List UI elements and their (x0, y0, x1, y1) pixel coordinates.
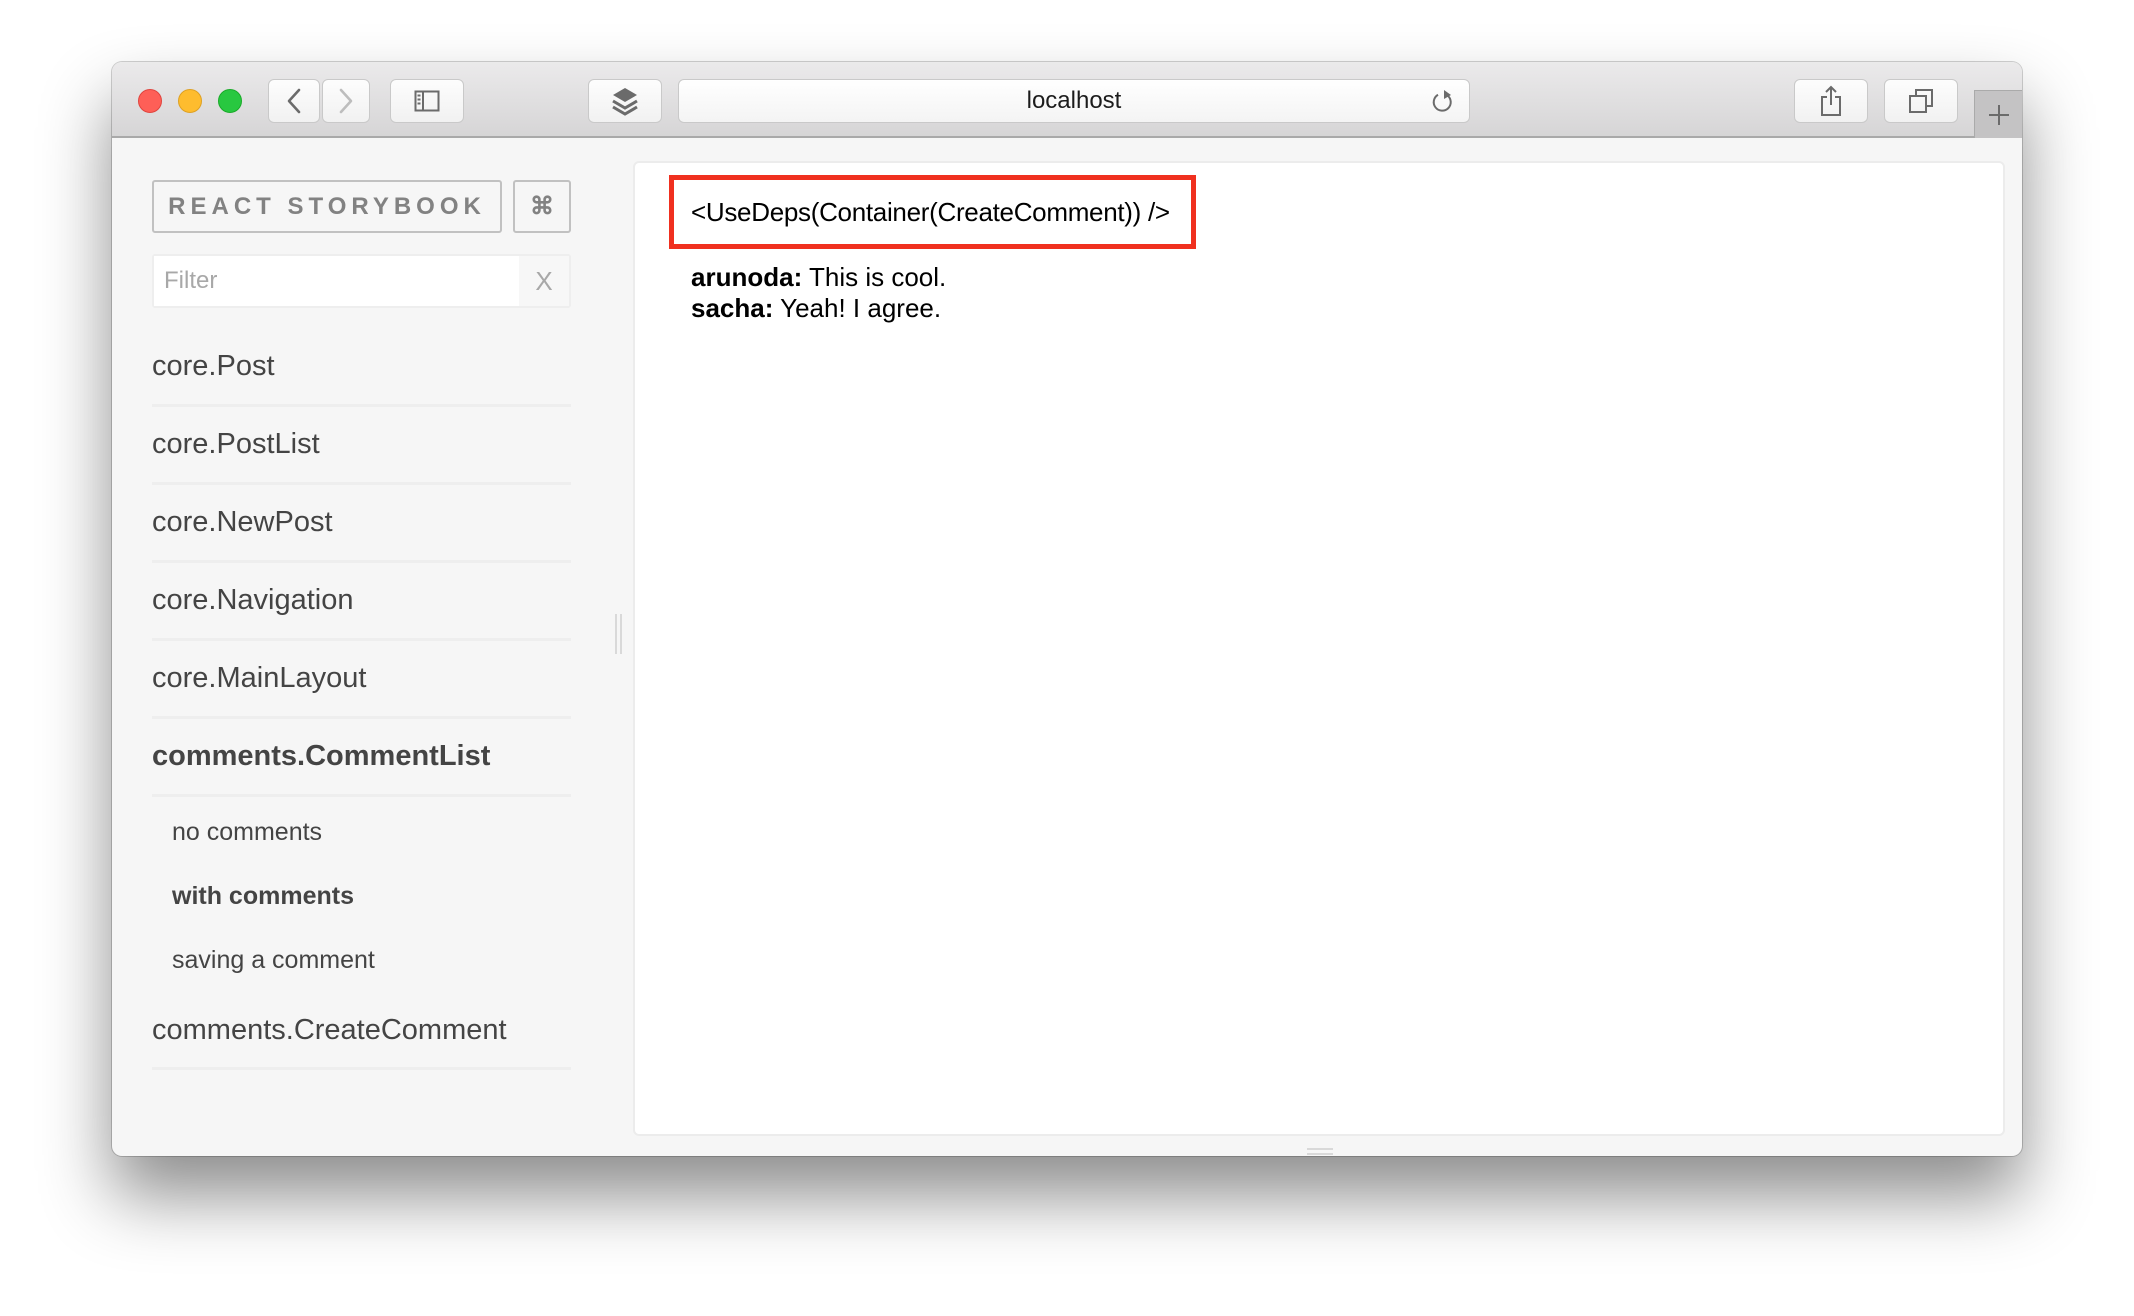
keyboard-shortcuts-button[interactable]: ⌘ (513, 180, 571, 233)
extension-button[interactable] (588, 79, 662, 123)
share-icon (1821, 85, 1841, 116)
commentlist-stories: no comments with comments saving a comme… (152, 797, 571, 994)
comment-author: arunoda: (691, 262, 803, 292)
forward-icon (339, 88, 353, 114)
story-with-comments[interactable]: with comments (152, 864, 571, 928)
kind-core-post[interactable]: core.Post (152, 329, 571, 407)
sidebar-resize-handle[interactable] (615, 614, 623, 654)
story-no-comments[interactable]: no comments (152, 800, 571, 864)
forward-button[interactable] (322, 79, 370, 123)
comment-text: This is cool. (802, 262, 947, 292)
comment-list: arunoda: This is cool. sacha: Yeah! I ag… (691, 262, 946, 324)
kind-core-newpost[interactable]: core.NewPost (152, 485, 571, 563)
minimize-window-button[interactable] (178, 89, 202, 113)
comment-item: sacha: Yeah! I agree. (691, 293, 946, 324)
filter-box: X (152, 254, 571, 308)
close-window-button[interactable] (138, 89, 162, 113)
preview-panel: <UseDeps(Container(CreateComment)) /> ar… (633, 161, 2005, 1136)
kind-comments-createcomment[interactable]: comments.CreateComment (152, 994, 571, 1070)
tabs-icon (1909, 89, 1933, 113)
storybook-brand-button[interactable]: REACT STORYBOOK (152, 180, 502, 233)
maximize-window-button[interactable] (218, 89, 242, 113)
reload-icon[interactable] (1431, 89, 1455, 115)
story-saving-a-comment[interactable]: saving a comment (152, 928, 571, 992)
panel-resize-handle[interactable] (1307, 1148, 1333, 1155)
new-tab-button[interactable] (1974, 90, 2022, 138)
show-tabs-button[interactable] (1884, 79, 1958, 123)
filter-input[interactable] (154, 256, 519, 306)
kind-core-navigation[interactable]: core.Navigation (152, 563, 571, 641)
component-name-highlight: <UseDeps(Container(CreateComment)) /> (669, 175, 1196, 249)
kind-comments-commentlist[interactable]: comments.CommentList (152, 719, 571, 797)
story-list: core.Post core.PostList core.NewPost cor… (152, 329, 571, 1070)
back-button[interactable] (268, 79, 320, 123)
sidebar-icon (414, 90, 440, 112)
show-sidebar-button[interactable] (390, 79, 464, 123)
browser-toolbar: localhost (112, 62, 2022, 138)
share-button[interactable] (1794, 79, 1868, 123)
kind-core-mainlayout[interactable]: core.MainLayout (152, 641, 571, 719)
address-bar[interactable]: localhost (678, 79, 1470, 123)
kind-core-postlist[interactable]: core.PostList (152, 407, 571, 485)
url-text: localhost (1026, 87, 1122, 114)
comment-author: sacha: (691, 293, 774, 323)
comment-item: arunoda: This is cool. (691, 262, 946, 293)
storybook-sidebar: REACT STORYBOOK ⌘ X core.Post core.PostL… (112, 138, 612, 1156)
command-icon: ⌘ (530, 193, 554, 220)
browser-window: localhost REACT STORYBOOK ⌘ Filter X cor… (112, 62, 2022, 1156)
clear-filter-button[interactable]: X (519, 256, 569, 306)
comment-text: Yeah! I agree. (773, 293, 942, 323)
back-icon (287, 88, 301, 114)
plus-icon (1988, 104, 2009, 125)
layers-icon (612, 88, 638, 116)
